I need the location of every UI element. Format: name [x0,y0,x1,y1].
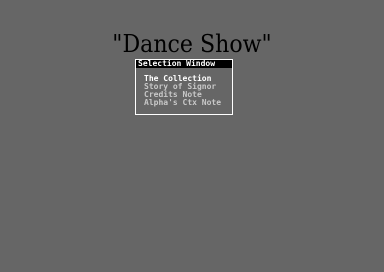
selection-window: Selection Window The Collection Story of… [135,59,233,115]
menu-item-alphas-ctx-note[interactable]: Alpha's Ctx Note [144,99,232,107]
selection-menu: The Collection Story of Signor Credits N… [144,75,232,107]
window-titlebar: Selection Window [136,60,232,68]
screen: "Dance Show" Selection Window The Collec… [0,0,384,272]
page-title: "Dance Show" [112,30,272,58]
